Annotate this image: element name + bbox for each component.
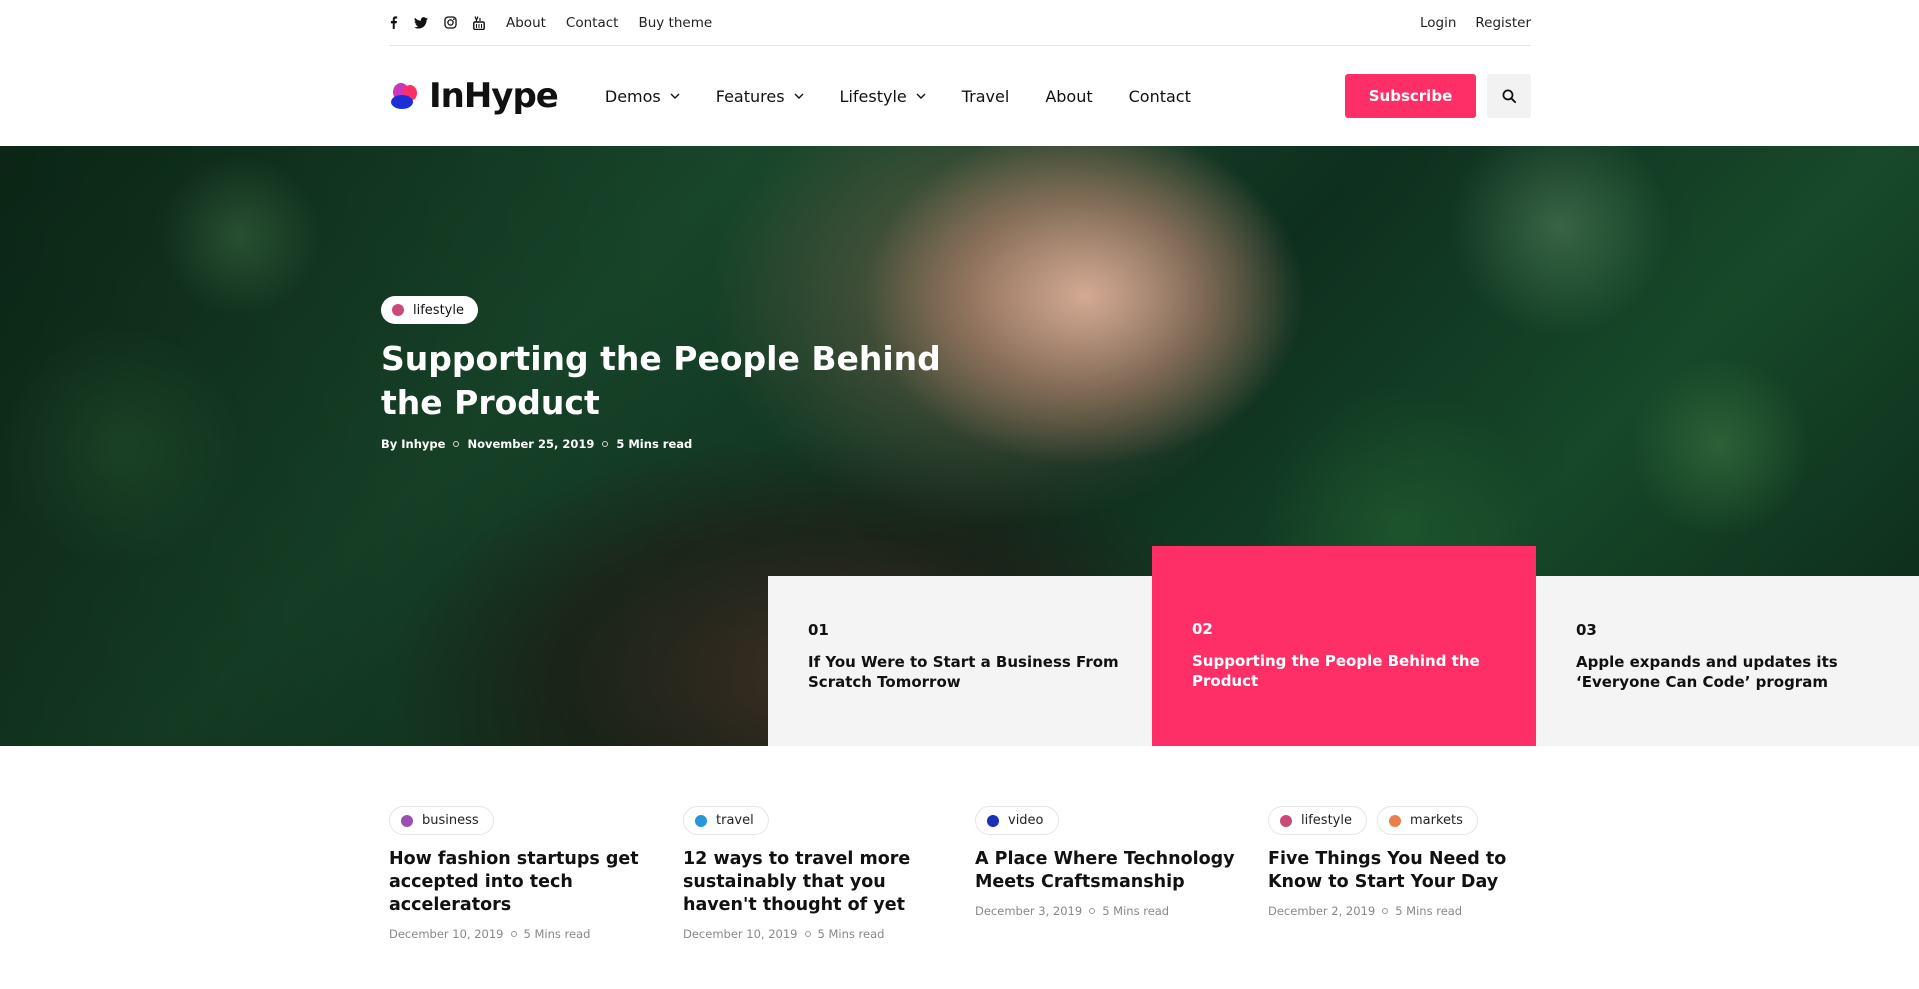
chevron-down-icon [916, 93, 926, 99]
youtube-icon[interactable] [473, 15, 485, 30]
post-categories: lifestyle markets [1268, 806, 1531, 835]
main-header: InHype Demos Features Lifestyle Travel A… [389, 47, 1531, 145]
top-link-buy-theme[interactable]: Buy theme [638, 15, 712, 31]
post-card: travel 12 ways to travel more sustainabl… [683, 806, 943, 941]
top-links: About Contact Buy theme [506, 15, 712, 31]
post-title[interactable]: How fashion startups get accepted into t… [389, 848, 639, 917]
meta-separator [453, 441, 460, 447]
subscribe-button[interactable]: Subscribe [1345, 74, 1476, 118]
meta-separator [602, 441, 609, 447]
slider-tab-1[interactable]: 01 If You Were to Start a Business From … [768, 576, 1152, 746]
nav-label: Features [715, 86, 785, 106]
category-dot [1388, 814, 1401, 827]
tab-number: 01 [808, 621, 829, 639]
nav-item-contact[interactable]: Contact [1129, 87, 1191, 106]
category-dot [1280, 814, 1292, 827]
post-meta: December 2, 2019 5 Mins read [1268, 904, 1531, 918]
nav-label: Demos [604, 86, 661, 106]
post-card: lifestyle markets Five Things You Need t… [1268, 806, 1531, 918]
post-date: December 10, 2019 [389, 927, 504, 941]
post-categories: travel [683, 806, 943, 835]
category-dot [987, 814, 999, 827]
meta-separator [804, 931, 811, 937]
top-bar: About Contact Buy theme Login Register [389, 0, 1531, 46]
nav-label: About [1045, 86, 1093, 106]
post-read-time: 5 Mins read [1395, 904, 1463, 918]
nav-item-about[interactable]: About [1045, 87, 1092, 106]
nav-item-features[interactable]: Features [716, 87, 804, 106]
hero-category-badge[interactable]: lifestyle [381, 296, 478, 324]
post-categories: business [389, 806, 639, 835]
social-links [389, 15, 485, 30]
auth-links: Login Register [1420, 15, 1531, 31]
logo-text: InHype [429, 76, 559, 116]
login-link[interactable]: Login [1420, 15, 1456, 31]
slider-tab-2[interactable]: 02 Supporting the People Behind the Prod… [1152, 546, 1536, 746]
main-nav: Demos Features Lifestyle Travel About Co… [605, 87, 1191, 106]
hero-read-time: 5 Mins read [616, 437, 693, 451]
nav-item-lifestyle[interactable]: Lifestyle [840, 87, 926, 106]
category-dot [401, 814, 413, 827]
instagram-icon[interactable] [444, 16, 457, 29]
post-title[interactable]: 12 ways to travel more sustainably that … [683, 848, 943, 917]
twitter-icon[interactable] [414, 16, 428, 29]
category-label: lifestyle [413, 302, 464, 318]
site-logo[interactable]: InHype [389, 76, 559, 116]
nav-item-demos[interactable]: Demos [605, 87, 680, 106]
meta-separator [1089, 908, 1096, 914]
category-badge[interactable]: travel [683, 806, 769, 835]
logo-icon [391, 83, 417, 109]
top-link-contact[interactable]: Contact [566, 15, 619, 31]
post-read-time: 5 Mins read [817, 927, 885, 941]
slider-tab-3[interactable]: 03 Apple expands and updates its ‘Everyo… [1536, 576, 1919, 746]
post-read-time: 5 Mins read [523, 927, 591, 941]
register-link[interactable]: Register [1475, 15, 1531, 31]
hero-meta: By Inhype November 25, 2019 5 Mins read [381, 437, 941, 451]
hero-date: November 25, 2019 [467, 437, 595, 451]
tab-title: If You Were to Start a Business From Scr… [808, 653, 1119, 691]
category-label: lifestyle [1301, 813, 1352, 828]
nav-label: Contact [1128, 86, 1191, 106]
post-read-time: 5 Mins read [1102, 904, 1170, 918]
tab-title: Supporting the People Behind the Product [1192, 652, 1480, 690]
category-badge[interactable]: lifestyle [1268, 806, 1367, 835]
facebook-icon[interactable] [389, 16, 398, 29]
post-meta: December 10, 2019 5 Mins read [683, 927, 943, 941]
top-link-about[interactable]: About [506, 15, 546, 31]
category-dot [695, 814, 707, 827]
post-title[interactable]: A Place Where Technology Meets Craftsman… [975, 848, 1235, 894]
post-card: video A Place Where Technology Meets Cra… [975, 806, 1235, 918]
post-date: December 10, 2019 [683, 927, 798, 941]
category-label: video [1008, 813, 1044, 828]
category-label: business [422, 813, 479, 828]
category-badge[interactable]: markets [1376, 806, 1478, 835]
search-button[interactable] [1487, 74, 1531, 118]
category-label: markets [1409, 813, 1463, 828]
post-title[interactable]: Five Things You Need to Know to Start Yo… [1268, 848, 1531, 894]
category-dot [392, 304, 404, 316]
post-meta: December 3, 2019 5 Mins read [975, 904, 1235, 918]
category-badge[interactable]: business [389, 806, 494, 835]
tab-title: Apple expands and updates its ‘Everyone … [1576, 653, 1838, 691]
post-categories: video [975, 806, 1235, 835]
nav-item-travel[interactable]: Travel [962, 87, 1010, 106]
chevron-down-icon [794, 93, 804, 99]
post-meta: December 10, 2019 5 Mins read [389, 927, 639, 941]
category-label: travel [716, 813, 754, 828]
nav-label: Lifestyle [839, 86, 907, 106]
tab-number: 02 [1192, 620, 1213, 638]
hero-author[interactable]: By Inhype [381, 437, 445, 451]
chevron-down-icon [670, 93, 680, 99]
search-icon [1502, 89, 1516, 103]
hero-title[interactable]: Supporting the People Behind the Product [381, 337, 941, 425]
meta-separator [1382, 908, 1389, 914]
category-badge[interactable]: video [975, 806, 1059, 835]
meta-separator [510, 931, 517, 937]
hero-content: lifestyle Supporting the People Behind t… [381, 296, 941, 451]
nav-label: Travel [961, 86, 1010, 106]
post-card: business How fashion startups get accept… [389, 806, 639, 941]
post-date: December 3, 2019 [975, 904, 1083, 918]
post-date: December 2, 2019 [1268, 904, 1376, 918]
tab-number: 03 [1576, 621, 1597, 639]
